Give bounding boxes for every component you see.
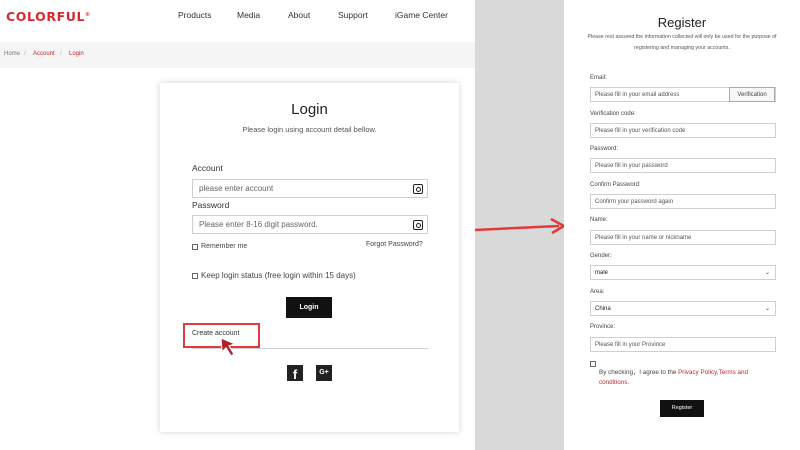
password-input[interactable]: Please enter 8-16 digit password. [192,215,428,234]
breadcrumb-home[interactable]: Home [4,51,20,57]
verification-button[interactable]: Verification [729,87,775,102]
remember-me-label: Remember me [201,243,248,250]
pointer-cursor-icon [220,337,237,357]
agree-text: By checking，I agree to the Privacy Polic… [599,368,779,388]
breadcrumb-separator: / [60,51,62,57]
register-button[interactable]: Register [660,400,704,417]
facebook-icon[interactable]: f [287,365,303,382]
confirm-password-placeholder: Confirm your password again [595,198,674,205]
name-label: Name: [590,217,608,223]
nav-media[interactable]: Media [237,10,260,20]
login-subtitle: Please login using account detail bellow… [242,125,377,134]
province-label: Province: [590,324,616,330]
register-panel: Register Please rest assured the informa… [564,0,800,450]
email-input[interactable]: Please fill in your email address Verifi… [590,87,776,102]
keep-login-label: Keep login status (free login within 15 … [201,271,356,280]
nav-support[interactable]: Support [338,10,368,20]
area-label: Area: [590,289,605,295]
chevron-down-icon: ⌄ [764,270,770,276]
arrow-right-icon [475,217,567,235]
name-input[interactable]: Please fill in your name or nickname [590,230,776,245]
eye-icon[interactable] [413,220,423,230]
top-navigation: COLORFUL® Products Media About Support i… [0,0,475,42]
account-label: Account [192,163,223,173]
nav-products[interactable]: Products [178,10,212,20]
confirm-password-input[interactable]: Confirm your password again [590,194,776,209]
logo-text: COLORFUL [6,9,86,24]
email-label: Email: [590,75,607,81]
register-password-label: Password: [590,146,619,152]
agree-suffix: . [627,379,630,386]
agree-checkbox[interactable] [590,361,596,367]
chevron-down-icon: ⌄ [764,306,770,312]
keep-login-checkbox[interactable] [192,273,198,279]
remember-me-checkbox[interactable] [192,244,198,250]
forgot-password-link[interactable]: Forgot Password? [366,241,423,248]
logo-registered-mark: ® [85,11,91,18]
verification-code-input[interactable]: Please fill in your verification code [590,123,776,138]
verification-code-label: Verification code: [590,111,636,117]
gender-value: male [595,269,609,276]
register-password-input[interactable]: Please fill in your password [590,158,776,173]
gender-label: Gender: [590,253,612,259]
breadcrumb-login: Login [69,51,84,57]
name-placeholder: Please fill in your name or nickname [595,234,692,241]
register-password-placeholder: Please fill in your password [595,162,668,169]
login-card: Login Please login using account detail … [160,83,459,432]
password-placeholder: Please enter 8-16 digit password. [199,220,318,229]
province-placeholder: Please fill in your Province [595,341,666,348]
login-title: Login [291,101,328,118]
account-input[interactable]: please enter account [192,179,428,198]
verification-code-placeholder: Please fill in your verification code [595,127,686,134]
login-page: COLORFUL® Products Media About Support i… [0,0,475,450]
account-placeholder: please enter account [199,184,274,193]
breadcrumb: Home / Account / Login [0,42,475,68]
breadcrumb-separator: / [24,51,26,57]
password-label: Password [192,200,230,210]
register-title: Register [657,15,707,30]
google-plus-icon[interactable]: G+ [316,365,332,381]
nav-about[interactable]: About [288,10,310,20]
area-value: China [595,305,611,312]
nav-igame-center[interactable]: iGame Center [395,10,448,20]
login-button[interactable]: Login [286,297,332,318]
province-input[interactable]: Please fill in your Province [590,337,776,352]
register-subtitle: Please rest assured the information coll… [587,34,777,51]
gender-select[interactable]: male ⌄ [590,265,776,280]
email-placeholder: Please fill in your email address [595,91,680,98]
colorful-logo[interactable]: COLORFUL® [6,9,91,24]
area-select[interactable]: China ⌄ [590,301,776,316]
confirm-password-label: Confirm Password: [590,182,641,188]
breadcrumb-account[interactable]: Account [33,51,55,57]
eye-icon[interactable] [413,184,423,194]
agree-prefix: By checking，I agree to the [599,369,679,376]
